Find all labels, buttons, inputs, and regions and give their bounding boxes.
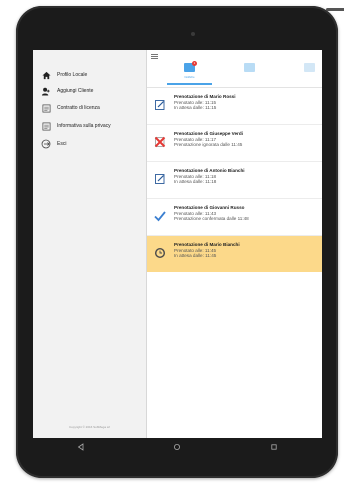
add-user-icon bbox=[41, 86, 51, 96]
checkmark-icon bbox=[154, 209, 166, 222]
pencil-edit-icon bbox=[154, 172, 166, 184]
sidebar-item-label: Informativa sulla privacy bbox=[57, 123, 111, 129]
home-icon bbox=[41, 70, 51, 80]
pencil-edit-icon bbox=[154, 98, 166, 110]
main-panel: 1 Notifiche Prenotazione di Mario Rossi bbox=[147, 50, 322, 438]
sidebar-item-profilo-locale[interactable]: Profilo Locale bbox=[33, 67, 146, 83]
sidebar-item-contratto-licenza[interactable]: Contratto di licenza bbox=[33, 100, 146, 116]
front-camera bbox=[191, 32, 195, 36]
sidebar-item-aggiungi-cliente[interactable]: Aggiungi Cliente bbox=[33, 83, 146, 99]
document-icon bbox=[41, 103, 51, 113]
tab-label: Notifiche bbox=[184, 76, 195, 79]
android-navigation-bar bbox=[33, 438, 322, 456]
recents-icon[interactable] bbox=[269, 442, 279, 452]
notification-status: Prenotazione confermata dalle 11:48 bbox=[174, 216, 249, 222]
briefcase-icon bbox=[244, 63, 255, 72]
user-icon bbox=[304, 63, 315, 72]
power-button bbox=[326, 8, 344, 11]
back-icon[interactable] bbox=[76, 442, 86, 452]
top-tab-bar: 1 Notifiche bbox=[147, 50, 322, 88]
active-tab-indicator bbox=[167, 83, 212, 85]
copyright-text: Copyright © 2016 SoftMega srl bbox=[68, 425, 111, 429]
navigation-drawer: Profilo Locale Aggiungi Cliente Contratt… bbox=[33, 50, 147, 438]
tab-third[interactable] bbox=[287, 63, 322, 85]
sidebar-item-label: Esci bbox=[57, 141, 67, 147]
tab-notifiche[interactable]: 1 Notifiche bbox=[167, 61, 212, 85]
cross-icon bbox=[154, 135, 166, 148]
tab-secondary[interactable] bbox=[227, 63, 272, 85]
notification-status: In attesa dalle: 11:45 bbox=[174, 253, 217, 259]
clock-icon bbox=[154, 246, 166, 258]
hamburger-menu-icon[interactable] bbox=[151, 54, 158, 59]
list-item[interactable]: Prenotazione di Giuseppe Verdi Prenotato… bbox=[147, 125, 322, 162]
document-icon bbox=[41, 121, 51, 131]
sidebar-item-label: Contratto di licenza bbox=[57, 105, 100, 111]
sidebar-item-informativa-privacy[interactable]: Informativa sulla privacy bbox=[33, 118, 146, 134]
list-item[interactable]: Prenotazione di Giovanni Russo Prenotato… bbox=[147, 199, 322, 236]
notification-badge: 1 bbox=[192, 61, 197, 66]
notification-list: Prenotazione di Mario Rossi Prenotato al… bbox=[147, 88, 322, 272]
home-circle-icon[interactable] bbox=[172, 442, 182, 452]
notification-status: Prenotazione ignorata dalle 11:45 bbox=[174, 142, 243, 148]
list-item[interactable]: Prenotazione di Antonio Bianchi Prenotat… bbox=[147, 162, 322, 199]
list-item[interactable]: Prenotazione di Mario Bianchi Prenotato … bbox=[147, 236, 322, 272]
sidebar-item-label: Aggiungi Cliente bbox=[57, 88, 94, 94]
list-item[interactable]: Prenotazione di Mario Rossi Prenotato al… bbox=[147, 88, 322, 125]
logout-icon bbox=[41, 139, 51, 149]
notification-status: In attesa dalle: 11:18 bbox=[174, 179, 217, 185]
sidebar-item-esci[interactable]: Esci bbox=[33, 136, 146, 152]
app-screen: Profilo Locale Aggiungi Cliente Contratt… bbox=[33, 50, 322, 438]
notification-status: In attesa dalle: 11:15 bbox=[174, 105, 217, 111]
sidebar-item-label: Profilo Locale bbox=[57, 72, 88, 78]
